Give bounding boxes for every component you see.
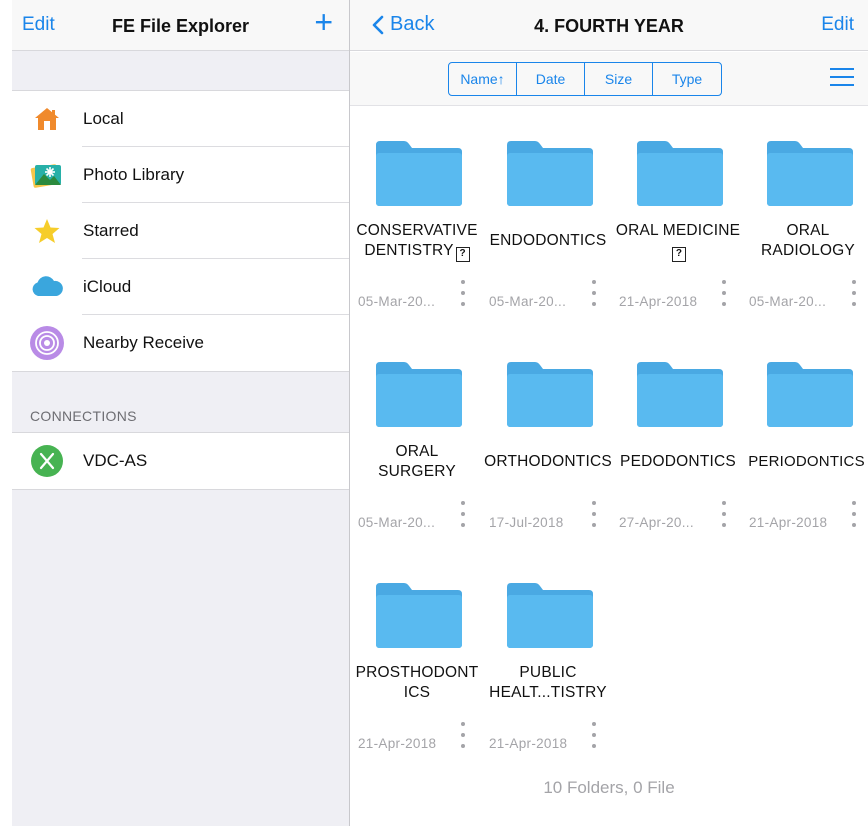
folder-name: ENDODONTICS <box>489 232 607 249</box>
home-icon <box>28 100 66 138</box>
folder-icon <box>507 141 593 206</box>
sidebar-item-photo-library[interactable]: Photo Library <box>12 147 349 203</box>
folder-icon <box>507 583 593 648</box>
connections-list: VDC-AS <box>12 432 349 490</box>
folder-name: PUBLIC HEALT...TISTRY <box>489 664 607 701</box>
folder-date: 05-Mar-20... <box>358 294 436 309</box>
sort-toolbar: Name↑ Date Size Type <box>350 52 868 106</box>
sort-tab-name[interactable]: Name↑ <box>449 63 517 95</box>
folder-tile[interactable]: PEDODONTICS 27-Apr-20... <box>613 341 743 541</box>
folder-name: PEDODONTICS <box>620 453 736 470</box>
nearby-receive-icon <box>28 324 66 362</box>
sidebar-item-label: Starred <box>83 221 139 240</box>
sidebar-item-nearby-receive[interactable]: Nearby Receive <box>12 315 349 371</box>
folder-tile[interactable]: ORAL SURGERY 05-Mar-20... <box>352 341 482 541</box>
folder-tile[interactable]: ORAL MEDICINE? 21-Apr-2018 <box>613 120 743 320</box>
folder-tile[interactable]: ORTHODONTICS 17-Jul-2018 <box>483 341 613 541</box>
folder-date: 27-Apr-20... <box>619 515 694 530</box>
locations-list: Local Photo Library Starred iCloud Nearb… <box>12 90 349 372</box>
sort-tab-date[interactable]: Date <box>517 63 585 95</box>
folder-tile[interactable]: PROSTHODONTICS 21-Apr-2018 <box>352 562 482 762</box>
sidebar-item-vdc-as[interactable]: VDC-AS <box>12 433 349 489</box>
folder-icon <box>376 583 462 648</box>
folder-name: PERIODONTICS <box>748 453 865 470</box>
folder-date: 05-Mar-20... <box>358 515 436 530</box>
folder-icon <box>767 141 853 206</box>
sort-tab-size[interactable]: Size <box>585 63 653 95</box>
folder-tile[interactable]: CONSERVATIVE DENTISTRY? 05-Mar-20... <box>352 120 482 320</box>
add-button[interactable]: + <box>314 6 333 38</box>
folder-date: 05-Mar-20... <box>749 294 827 309</box>
sidebar-item-starred[interactable]: Starred <box>12 203 349 259</box>
icloud-icon <box>28 268 66 306</box>
sidebar-item-label: Local <box>83 109 124 128</box>
sidebar-item-label: VDC-AS <box>83 451 148 470</box>
page-title: 4. FOURTH YEAR <box>534 16 684 36</box>
folder-date: 05-Mar-20... <box>489 294 567 309</box>
main-header: Back 4. FOURTH YEAR Edit <box>350 0 868 51</box>
folder-tile[interactable]: PUBLIC HEALT...TISTRY 21-Apr-2018 <box>483 562 613 762</box>
folder-tile[interactable]: ENDODONTICS 05-Mar-20... <box>483 120 613 320</box>
app-title: FE File Explorer <box>111 16 250 36</box>
photo-library-icon <box>28 156 66 194</box>
sidebar-item-label: iCloud <box>83 277 132 296</box>
more-options-icon[interactable] <box>721 280 727 306</box>
folder-tile[interactable]: PERIODONTICS 21-Apr-2018 <box>743 341 868 541</box>
folder-date: 17-Jul-2018 <box>489 515 564 530</box>
folder-name: ORTHODONTICS <box>484 453 612 470</box>
folder-icon <box>507 362 593 427</box>
more-options-icon[interactable] <box>591 722 597 748</box>
more-options-icon[interactable] <box>460 722 466 748</box>
folder-icon <box>376 141 462 206</box>
folder-date: 21-Apr-2018 <box>749 515 828 530</box>
folder-icon <box>637 362 723 427</box>
sort-segmented-control: Name↑ Date Size Type <box>448 62 722 96</box>
connections-caption: CONNECTIONS <box>30 408 137 424</box>
list-view-icon[interactable] <box>830 68 854 88</box>
sidebar-item-label: Photo Library <box>83 165 185 184</box>
more-options-icon[interactable] <box>460 501 466 527</box>
folder-name: PROSTHODONTICS <box>355 664 479 701</box>
more-options-icon[interactable] <box>460 280 466 306</box>
more-options-icon[interactable] <box>591 280 597 306</box>
unknown-badge: ? <box>455 246 470 262</box>
folder-name: ORAL MEDICINE <box>615 221 741 239</box>
folder-date: 21-Apr-2018 <box>619 294 698 309</box>
folder-icon <box>767 362 853 427</box>
sidebar-header: Edit FE File Explorer + <box>12 0 349 51</box>
unknown-badge: ? <box>672 246 686 262</box>
more-options-icon[interactable] <box>721 501 727 527</box>
folder-date: 21-Apr-2018 <box>358 736 437 751</box>
sort-tab-type[interactable]: Type <box>653 63 721 95</box>
folder-date: 21-Apr-2018 <box>489 736 568 751</box>
star-icon <box>28 212 66 250</box>
sidebar: Edit FE File Explorer + Local Photo Libr… <box>12 0 349 826</box>
folder-tile[interactable]: ORAL RADIOLOGY 05-Mar-20... <box>743 120 868 320</box>
more-options-icon[interactable] <box>851 501 857 527</box>
edit-button[interactable]: Edit <box>821 14 854 36</box>
more-options-icon[interactable] <box>851 280 857 306</box>
more-options-icon[interactable] <box>591 501 597 527</box>
folder-icon <box>637 141 723 206</box>
sidebar-item-label: Nearby Receive <box>83 333 204 352</box>
sidebar-item-local[interactable]: Local <box>12 91 349 147</box>
connection-x-icon <box>28 442 66 480</box>
folder-name: ORAL SURGERY <box>378 443 456 480</box>
sidebar-item-icloud[interactable]: iCloud <box>12 259 349 315</box>
folder-icon <box>376 362 462 427</box>
item-count-footer: 10 Folders, 0 File <box>543 778 675 797</box>
folder-name: ORAL RADIOLOGY <box>761 222 855 259</box>
main-pane: Back 4. FOURTH YEAR Edit Name↑ Date Size… <box>350 0 868 826</box>
